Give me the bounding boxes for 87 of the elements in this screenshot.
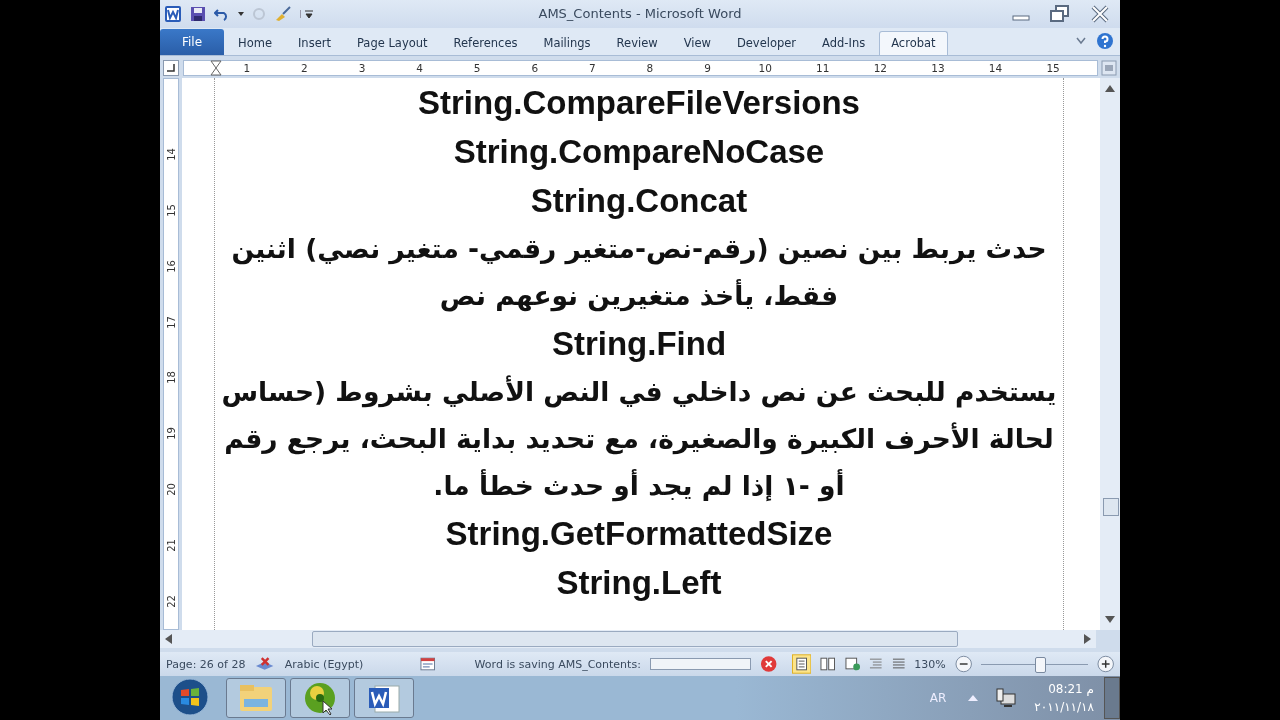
function-heading: String.CompareNoCase xyxy=(452,132,826,173)
web-layout-icon[interactable] xyxy=(844,657,861,672)
description-paragraph: حدث يربط بين نصين (رقم-نص-متغير رقمي- متغير نصي) اثنين فقط، يأخذ متغيرين نوعهم نص xyxy=(230,232,1048,314)
function-heading: String.GetFormattedSize xyxy=(444,514,834,555)
cancel-icon[interactable] xyxy=(759,655,777,674)
help-icon[interactable] xyxy=(1096,32,1114,51)
restore-icon[interactable] xyxy=(1050,4,1070,23)
undo-icon[interactable] xyxy=(214,6,230,21)
ribbon-tab[interactable]: Page Layout xyxy=(344,30,440,55)
ruler-number: 11 xyxy=(815,62,831,75)
language-status[interactable]: Arabic (Egypt) xyxy=(284,657,364,671)
reading-icon[interactable] xyxy=(820,657,836,672)
word-icon[interactable] xyxy=(164,4,182,23)
scroll-thumb[interactable] xyxy=(312,631,958,648)
explorer-taskbar-button[interactable] xyxy=(226,678,286,718)
ribbon-tab[interactable]: Review xyxy=(604,30,670,55)
ruler-number: 8 xyxy=(645,62,655,75)
saving-status: Word is saving AMS_Contents: xyxy=(474,657,641,671)
ruler-number: 15 xyxy=(1045,62,1061,75)
ribbon-tab[interactable]: Add-Ins xyxy=(810,30,878,55)
scroll-up-icon[interactable] xyxy=(1105,84,1115,93)
print-layout-icon[interactable] xyxy=(791,654,812,675)
draft-icon[interactable] xyxy=(891,657,906,672)
file-tab[interactable]: File xyxy=(160,28,224,55)
indent-marker-icon[interactable] xyxy=(210,60,222,79)
corner-icon xyxy=(167,64,175,73)
window-title: AMS_Contents - Microsoft Word xyxy=(538,6,742,22)
ruler-number: 21 xyxy=(164,538,178,555)
scroll-down-icon[interactable] xyxy=(1105,616,1115,625)
ribbon-tab[interactable]: Mailings xyxy=(531,30,603,55)
windows-logo xyxy=(171,677,209,716)
ruler-number: 7 xyxy=(588,62,597,75)
scroll-thumb[interactable] xyxy=(1103,498,1119,517)
ruler-number: 18 xyxy=(164,370,178,387)
ruler-number: 22 xyxy=(164,594,178,610)
ribbon-tab[interactable]: Home xyxy=(226,30,284,55)
media-player-taskbar-button[interactable] xyxy=(290,678,350,718)
folder-icon xyxy=(238,683,274,713)
ruler-number: 12 xyxy=(872,62,888,75)
function-heading: String.Left xyxy=(555,563,723,604)
dropdown-icon[interactable] xyxy=(238,11,244,16)
customize-icon[interactable] xyxy=(300,9,313,18)
ruler-number: 14 xyxy=(987,62,1004,75)
zoom-in-icon[interactable] xyxy=(1096,655,1114,674)
ruler-number: 20 xyxy=(164,482,178,499)
network-icon[interactable] xyxy=(996,688,1017,708)
ruler-number: 13 xyxy=(930,62,946,75)
scroll-right-icon[interactable] xyxy=(1084,634,1092,645)
description-paragraph: يستخدم للبحث عن نص داخلي في النص الأصلي بشروط (حساس لحالة الأحرف الكبيرة والصغيرة، مع تحديد بداية البحث، يرجع رقم أو -١ إذا لم يجد أو حدث خطأ ما. xyxy=(220,374,1058,504)
zoom-level[interactable]: 130% xyxy=(914,657,946,671)
ruler-number: 3 xyxy=(357,62,367,75)
ruler-number: 14 xyxy=(164,147,178,164)
ruler-number: 17 xyxy=(164,315,178,331)
function-heading: String.CompareFileVersions xyxy=(417,83,861,124)
ribbon-tab[interactable]: View xyxy=(671,30,723,55)
disc-icon xyxy=(303,681,337,715)
page-count[interactable]: Page: 26 of 28 xyxy=(166,657,246,671)
word-icon xyxy=(367,682,401,714)
chevron-icon[interactable] xyxy=(1076,37,1086,46)
ribbon-tab[interactable]: Developer xyxy=(724,30,809,55)
ribbon-tab[interactable]: Acrobat xyxy=(879,30,948,55)
ribbon-tab[interactable]: Insert xyxy=(285,30,343,55)
show-hidden-icon[interactable] xyxy=(968,695,979,701)
ruler-number: 4 xyxy=(415,62,424,75)
ribbon-tab[interactable]: References xyxy=(441,30,530,55)
ruler-number: 19 xyxy=(164,426,178,443)
ruler-number: 2 xyxy=(300,62,309,75)
ruler-number: 6 xyxy=(530,62,540,75)
function-heading: String.Concat xyxy=(529,181,749,222)
ruler-number: 9 xyxy=(703,62,712,75)
macro-icon[interactable] xyxy=(420,657,436,672)
close-icon[interactable] xyxy=(1090,4,1110,23)
function-heading: String.Find xyxy=(550,324,728,365)
tab-selector[interactable] xyxy=(163,60,179,77)
ruler-number: 5 xyxy=(472,62,482,75)
vertical-scrollbar[interactable] xyxy=(1100,78,1120,631)
ruler-number: 1 xyxy=(242,62,252,75)
horizontal-scrollbar[interactable] xyxy=(160,630,1096,649)
save-icon[interactable] xyxy=(190,5,206,22)
brush-icon[interactable] xyxy=(274,5,292,22)
scroll-left-icon[interactable] xyxy=(164,634,172,645)
zoom-slider-thumb[interactable] xyxy=(1034,656,1046,673)
ruler-number: 10 xyxy=(757,62,773,75)
ruler-number: 16 xyxy=(164,259,178,276)
zoom-out-icon[interactable] xyxy=(954,655,973,674)
word-taskbar-button[interactable] xyxy=(354,678,414,718)
ruler-number: 15 xyxy=(164,203,178,220)
